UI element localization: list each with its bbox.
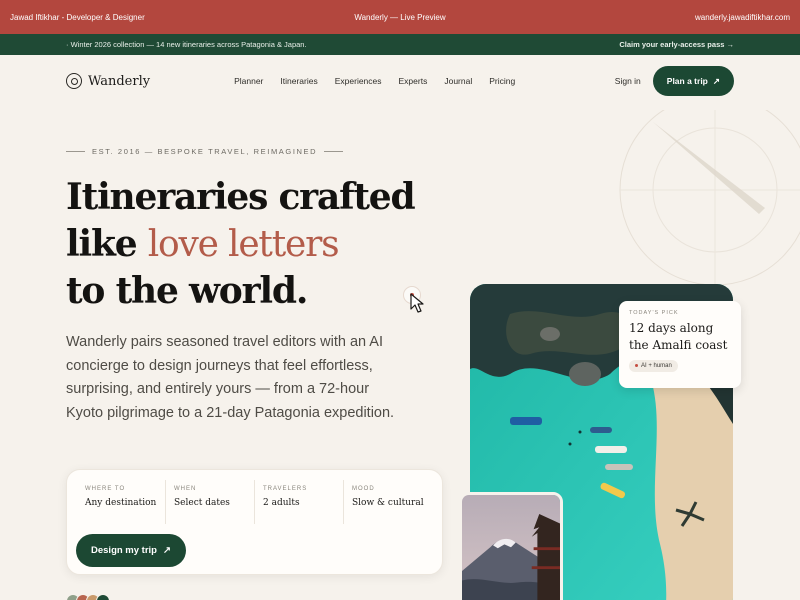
brand-logo[interactable]: Wanderly	[66, 73, 150, 89]
headline-accent: love letters	[147, 224, 340, 265]
frame-url[interactable]: wanderly.jawadiftikhar.com	[695, 13, 790, 22]
announcement-bar: · Winter 2026 collection — 14 new itiner…	[0, 34, 800, 55]
field-destination[interactable]: WHERE TO Any destination	[77, 480, 166, 524]
compass-decoration-icon	[619, 110, 800, 286]
mountain-pagoda-image	[459, 492, 563, 600]
brand-name: Wanderly	[88, 73, 151, 89]
headline-line-2a: like	[66, 223, 148, 265]
nav-links: Planner Itineraries Experiences Experts …	[234, 76, 515, 86]
pick-tag: AI + human	[629, 359, 678, 372]
pick-label: TODAY'S PICK	[629, 310, 679, 316]
arrow-up-right-icon: ↗	[163, 545, 171, 556]
announcement-text: · Winter 2026 collection — 14 new itiner…	[66, 40, 307, 49]
traveler-avatars	[66, 594, 110, 600]
signin-link[interactable]: Sign in	[615, 76, 641, 86]
headline-line-1: Itineraries crafted	[66, 176, 416, 218]
design-trip-label: Design my trip	[91, 545, 157, 556]
nav-actions: Sign in Plan a trip ↗	[615, 66, 734, 96]
nav-link-journal[interactable]: Journal	[444, 76, 472, 86]
field-dates[interactable]: WHEN Select dates	[166, 480, 255, 524]
avatar	[96, 594, 110, 600]
dot-icon	[635, 364, 638, 367]
mouse-pointer-icon	[410, 293, 424, 313]
trip-search-card: WHERE TO Any destination WHEN Select dat…	[66, 469, 443, 575]
nav-link-experiences[interactable]: Experiences	[335, 76, 382, 86]
announcement-cta-link[interactable]: Claim your early-access pass →	[619, 40, 734, 49]
nav-link-planner[interactable]: Planner	[234, 76, 263, 86]
field-mood[interactable]: MOOD Slow & cultural	[344, 480, 432, 524]
hero-eyebrow: EST. 2016 — BESPOKE TRAVEL, REIMAGINED	[66, 147, 344, 156]
nav-link-pricing[interactable]: Pricing	[489, 76, 515, 86]
field-travelers[interactable]: TRAVELERS 2 adults	[255, 480, 344, 524]
plan-trip-label: Plan a trip	[666, 76, 708, 86]
pick-title: 12 days along the Amalfi coast	[629, 321, 728, 352]
headline-line-3: to the world.	[66, 270, 308, 312]
eye-logo-icon	[66, 73, 82, 89]
preview-frame-bar: Jawad Iftikhar - Developer & Designer Wa…	[0, 0, 800, 34]
arrow-up-right-icon: ↗	[712, 75, 720, 86]
hero-description: Wanderly pairs seasoned travel editors w…	[66, 334, 395, 421]
todays-pick-card[interactable]: TODAY'S PICK 12 days along the Amalfi co…	[619, 301, 741, 388]
frame-author: Jawad Iftikhar - Developer & Designer	[10, 12, 145, 22]
main-nav: Wanderly Planner Itineraries Experiences…	[66, 66, 734, 96]
trip-search-fields: WHERE TO Any destination WHEN Select dat…	[77, 480, 432, 524]
design-trip-button[interactable]: Design my trip ↗	[76, 534, 186, 567]
nav-link-itineraries[interactable]: Itineraries	[280, 76, 317, 86]
plan-trip-button[interactable]: Plan a trip ↗	[652, 66, 734, 96]
nav-link-experts[interactable]: Experts	[399, 76, 428, 86]
